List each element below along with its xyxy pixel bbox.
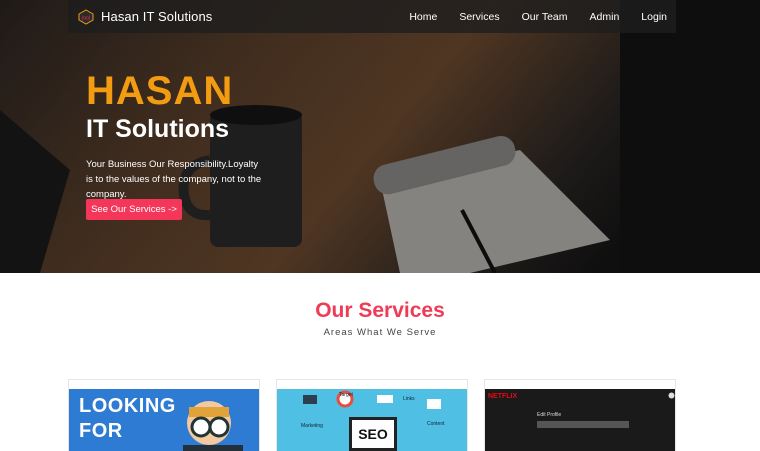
- netflix-logo: NETFLIX: [488, 393, 518, 400]
- svg-text:(oo): (oo): [82, 15, 91, 21]
- service-card-image: Target Links Marketing Content SEO: [277, 389, 467, 451]
- card-image-text-line: LOOKING: [79, 395, 176, 417]
- card-image-text: LOOKING FOR: [79, 394, 176, 444]
- services-title: Our Services: [315, 299, 445, 322]
- service-card[interactable]: NETFLIX Edit Profile: [484, 379, 676, 451]
- nav-login-link[interactable]: Login: [641, 11, 667, 23]
- see-services-button[interactable]: See Our Services ->: [86, 199, 182, 220]
- nav-services-link[interactable]: Services: [459, 11, 499, 23]
- hero-title: HASAN: [86, 69, 234, 113]
- seo-box: SEO: [349, 417, 397, 451]
- card-image-label: Links: [403, 396, 415, 402]
- hero-subtitle: IT Solutions: [86, 115, 230, 143]
- brand-name: Hasan IT Solutions: [101, 9, 213, 24]
- edit-profile-heading: Edit Profile: [537, 412, 562, 418]
- brand-logo-icon: (oo): [78, 8, 94, 25]
- service-card-image: NETFLIX Edit Profile: [485, 389, 675, 451]
- hero-description: Your Business Our Responsibility.Loyalty…: [86, 159, 262, 200]
- service-card[interactable]: Target Links Marketing Content SEO: [276, 379, 468, 451]
- services-subtitle: Areas What We Serve: [323, 327, 437, 338]
- hero-section: (oo) Hasan IT Solutions Home Services Ou…: [0, 0, 760, 273]
- nav-our-team-link[interactable]: Our Team: [522, 11, 568, 23]
- brand[interactable]: (oo) Hasan IT Solutions: [78, 8, 213, 25]
- top-navbar: (oo) Hasan IT Solutions Home Services Ou…: [68, 0, 676, 33]
- nav-links: Home Services Our Team Admin Login: [387, 11, 667, 23]
- service-card-image: LOOKING FOR: [69, 389, 259, 451]
- profile-input-mock: [537, 421, 629, 428]
- nav-admin-link[interactable]: Admin: [590, 11, 620, 23]
- binoculars-person-illustration: [183, 401, 243, 451]
- service-card[interactable]: LOOKING FOR: [68, 379, 260, 451]
- avatar-icon: [668, 392, 675, 399]
- card-image-label: Marketing: [301, 423, 323, 429]
- card-image-label: Target: [339, 392, 353, 398]
- nav-home-link[interactable]: Home: [409, 11, 437, 23]
- card-image-label: Content: [427, 421, 445, 427]
- card-image-text-line: FOR: [79, 420, 123, 442]
